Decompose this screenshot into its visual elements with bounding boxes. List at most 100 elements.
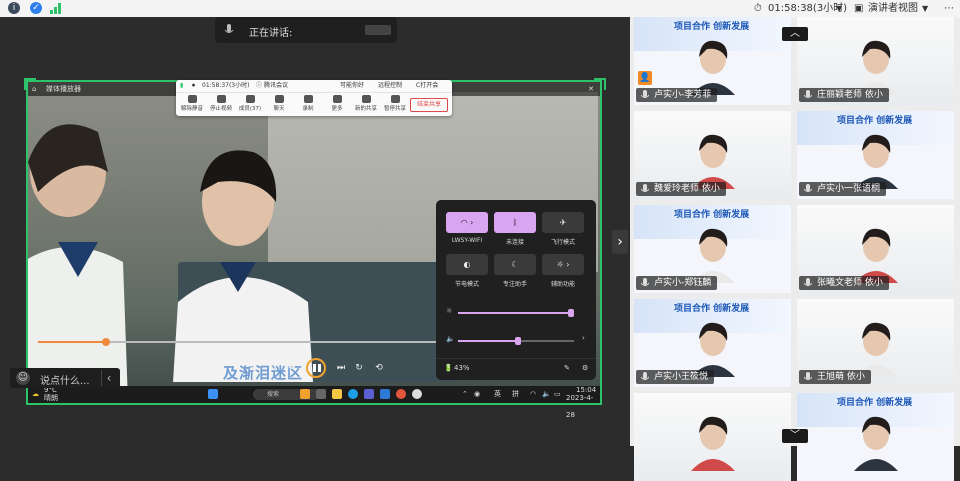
- toolbar-option-2[interactable]: 远程控制: [378, 80, 402, 92]
- toolbar-item-7[interactable]: 新的共享: [354, 94, 378, 114]
- quick-tile-accessibility[interactable]: ☼ ›: [542, 254, 584, 275]
- participant-tile[interactable]: 项目合作 创新发展 卢实小-郑钰麟: [634, 205, 791, 293]
- participant-tile[interactable]: 项目合作 创新发展 👤 卢实小-李芳菲: [634, 17, 791, 105]
- participant-name-tag: 庄丽颖老师 依小: [799, 88, 889, 102]
- participant-video: [853, 322, 898, 377]
- chevron-down-icon[interactable]: ▼: [836, 0, 842, 17]
- tray-volume-icon[interactable]: 🔈: [542, 386, 551, 403]
- view-dropdown-icon[interactable]: ▼: [922, 0, 928, 17]
- battery-icon: 🔋: [444, 364, 453, 372]
- participant-tile[interactable]: 项目合作 创新发展 卢实小一张语桐: [797, 111, 954, 199]
- toolbar-item-5[interactable]: 录制: [296, 94, 320, 114]
- app-icon-6[interactable]: [412, 389, 422, 399]
- chat-icon: [274, 95, 284, 103]
- volume-knob[interactable]: [515, 337, 522, 345]
- meeting-info-icon[interactable]: ⓘ: [256, 80, 262, 92]
- quick-tile-airplane[interactable]: ✈: [542, 212, 584, 233]
- quick-tile-energy[interactable]: ◐: [446, 254, 488, 275]
- tray-battery-icon[interactable]: ▭: [554, 386, 561, 403]
- participant-tile[interactable]: 项目合作 创新发展 卢实小王筱悦: [634, 299, 791, 387]
- participant-tile[interactable]: 项目合作 创新发展: [797, 393, 954, 481]
- stop-share-button[interactable]: 结束共享: [410, 98, 448, 112]
- participant-video: [853, 40, 898, 95]
- repeat-icon[interactable]: ⟲: [374, 363, 384, 373]
- app-icon-3[interactable]: [364, 389, 374, 399]
- more-icon[interactable]: ⋯: [944, 0, 954, 17]
- weather-icon[interactable]: ☁: [32, 386, 39, 403]
- brightness-fill: [458, 312, 571, 314]
- tray-wifi-icon[interactable]: ◠: [530, 386, 536, 403]
- start-icon[interactable]: [208, 389, 218, 399]
- top-bar: i ✓ ⏱ 01:58:38(3小时) ▼ ▣ 演讲者视图 ▼ ⋯: [0, 0, 960, 18]
- participant-name-tag: 卢实小-郑钰麟: [636, 276, 718, 290]
- prev-icon[interactable]: ⏮: [286, 363, 296, 373]
- mic-icon: [804, 184, 812, 192]
- ime-language[interactable]: 英: [494, 386, 501, 403]
- participant-tile[interactable]: 魏爱玲老师 依小: [634, 111, 791, 199]
- participant-video: [690, 322, 735, 377]
- shuffle-icon[interactable]: ⇄: [248, 363, 258, 373]
- gallery-toggle-button[interactable]: ›: [612, 230, 628, 254]
- participant-tile[interactable]: [634, 393, 791, 481]
- tray-icon[interactable]: ◉: [474, 386, 480, 403]
- toolbar-item-4[interactable]: 聊天: [267, 94, 291, 114]
- participant-tile[interactable]: 庄丽颖老师 依小: [797, 17, 954, 105]
- settings-gear-icon[interactable]: ⚙: [582, 364, 588, 372]
- edit-icon[interactable]: ✎: [564, 364, 570, 372]
- quick-tile-label: LWSY-WIFI: [451, 237, 483, 244]
- quick-tile-bluetooth[interactable]: ᛒ: [494, 212, 536, 233]
- app-icon-4[interactable]: [380, 389, 390, 399]
- toolbar-option-3[interactable]: C打开会: [416, 80, 438, 92]
- quick-tile-wifi[interactable]: ◠ ›: [446, 212, 488, 233]
- tray-chevron-icon[interactable]: ⌃: [462, 386, 468, 403]
- info-icon[interactable]: i: [8, 2, 20, 14]
- toolbar-item-1[interactable]: 解除静音: [180, 94, 204, 114]
- brightness-knob[interactable]: [567, 309, 574, 317]
- toolbar-item-label: 停止视频: [209, 106, 232, 112]
- chat-placeholder[interactable]: 说点什么...: [40, 372, 90, 387]
- brightness-slider[interactable]: [458, 309, 574, 317]
- player-progress[interactable]: [38, 338, 438, 346]
- app-icon-5[interactable]: [396, 389, 406, 399]
- app-icon-2[interactable]: [316, 389, 326, 399]
- shield-icon[interactable]: ✓: [30, 2, 42, 14]
- toolbar-item-label: 更多: [331, 106, 343, 112]
- toolbar-item-8[interactable]: 暂停共享: [383, 94, 407, 114]
- emoji-icon[interactable]: ☺: [16, 371, 30, 385]
- rewind-icon[interactable]: ↺: [268, 363, 278, 373]
- gallery-scroll-down-button[interactable]: ﹀: [782, 429, 808, 443]
- app-icon-1[interactable]: [300, 389, 310, 399]
- participant-tile[interactable]: 王旭萌 依小: [797, 299, 954, 387]
- player-progress-knob[interactable]: [102, 338, 110, 346]
- volume-slider[interactable]: [458, 337, 574, 345]
- ime-mode[interactable]: 拼: [512, 386, 519, 403]
- pause-button[interactable]: [306, 358, 326, 378]
- volume-chevron-icon[interactable]: ›: [582, 334, 585, 342]
- toolbar-option-1[interactable]: 可能你好: [340, 80, 364, 92]
- chat-input-bar[interactable]: ☺ 说点什么... ‹: [10, 368, 120, 388]
- view-mode-button[interactable]: 演讲者视图: [868, 0, 918, 17]
- frame-corner: [24, 78, 36, 90]
- participant-video: [853, 228, 898, 283]
- quick-tile-label: 未连接: [505, 239, 524, 246]
- toolbar-item-6[interactable]: 更多: [325, 94, 349, 114]
- next-icon[interactable]: ⏭: [336, 363, 346, 373]
- banner-text: 项目合作 创新发展: [837, 398, 913, 408]
- quick-tile-moon[interactable]: ☾: [494, 254, 536, 275]
- participant-name: 王旭萌 依小: [817, 372, 865, 382]
- toolbar-item-2[interactable]: 停止视频: [209, 94, 233, 114]
- participant-name: 卢实小王筱悦: [654, 372, 709, 382]
- mic-icon: [224, 24, 234, 33]
- toolbar-item-label: 成员(37): [238, 106, 262, 112]
- gallery-scroll-up-button[interactable]: ︿: [782, 27, 808, 41]
- chevron-left-icon[interactable]: ‹: [101, 370, 116, 386]
- volume-fill: [458, 340, 519, 342]
- participant-tile[interactable]: 张曦文老师 依小: [797, 205, 954, 293]
- toolbar-item-3[interactable]: 成员(37): [238, 94, 262, 114]
- speaker-actions[interactable]: [365, 25, 391, 35]
- mic-icon: [804, 372, 812, 380]
- signal-icon[interactable]: [50, 3, 62, 14]
- folder-icon[interactable]: [332, 389, 342, 399]
- edge-icon[interactable]: [348, 389, 358, 399]
- forward-icon[interactable]: ↻: [354, 363, 364, 373]
